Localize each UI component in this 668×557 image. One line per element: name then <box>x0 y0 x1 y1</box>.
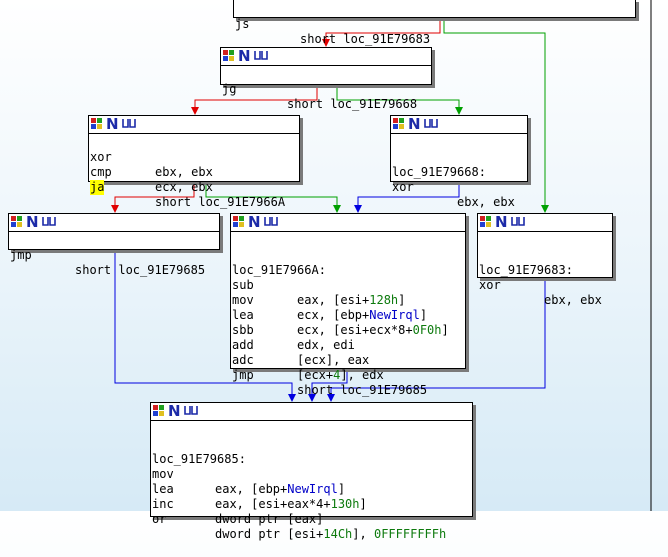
graph-node-icon <box>153 405 165 417</box>
operand: short loc_91E79683 <box>300 32 431 46</box>
mnemonic: js <box>235 17 250 31</box>
xrefs-icon <box>511 217 525 226</box>
node-header: N <box>151 402 472 421</box>
graph-node-icon <box>11 216 23 228</box>
instruction-line[interactable]: lea ecx, [esi+ecx*8+0F0h] <box>231 293 465 337</box>
node-js[interactable]: js short loc_91E79683 <box>233 0 636 46</box>
xrefs-icon <box>264 217 278 226</box>
graph-node-icon <box>393 118 405 130</box>
instruction-line[interactable]: ja short loc_91E7966A <box>89 165 299 209</box>
operand: short loc_91E79668 <box>287 97 418 111</box>
node-xor-cmp-ja[interactable]: N xor ebx, ebx cmp ecx, ebx ja short loc… <box>88 115 300 209</box>
instruction-line[interactable]: lea eax, [esi+eax*4+130h] <box>151 467 472 511</box>
node-header: N <box>478 213 612 232</box>
operand: short loc_91E79685 <box>75 263 206 277</box>
xrefs-icon <box>424 119 438 128</box>
instruction-line[interactable]: adc [ecx+4], edx <box>231 338 465 382</box>
name-icon: N <box>168 402 181 420</box>
mnemonic: jmp <box>232 368 254 382</box>
xrefs-icon <box>254 51 268 60</box>
mnemonic-highlighted: ja <box>90 180 105 195</box>
mnemonic: jg <box>222 82 237 96</box>
name-icon: N <box>495 213 508 231</box>
name-icon: N <box>408 115 421 133</box>
instruction-line[interactable]: inc dword ptr [eax] <box>151 482 472 526</box>
node-jmp[interactable]: N jmp short loc_91E79685 <box>8 213 220 277</box>
instruction-line[interactable]: js short loc_91E79683 <box>234 2 635 46</box>
node-header: N <box>221 47 431 66</box>
node-loc-91e79683[interactable]: N loc_91E79683: xor ebx, ebx <box>477 213 613 307</box>
code-label[interactable]: loc_91E7966A: <box>231 248 465 277</box>
code-label[interactable]: loc_91E79685: <box>151 437 472 466</box>
name-icon: N <box>106 115 119 133</box>
instruction-line[interactable]: sub eax, [esi+128h] <box>231 263 465 307</box>
xrefs-icon <box>42 217 56 226</box>
name-icon: N <box>26 213 39 231</box>
mnemonic: or <box>152 512 167 526</box>
graph-node-icon <box>480 216 492 228</box>
operand: dword ptr [esi+14Ch], 0FFFFFFFFh <box>215 527 447 541</box>
instruction-line[interactable]: sbb edx, edi <box>231 308 465 352</box>
operand: ebx, ebx <box>457 195 515 209</box>
node-loc-91e79685[interactable]: N loc_91E79685: mov eax, [ebp+NewIrql] l… <box>150 402 473 541</box>
instruction-line[interactable]: xor ebx, ebx <box>89 135 299 179</box>
instruction-line[interactable]: jg short loc_91E79668 <box>221 67 431 111</box>
instruction-line[interactable]: xor ebx, ebx <box>391 165 527 209</box>
instruction-line[interactable]: add [ecx], eax <box>231 323 465 367</box>
operand: ebx, ebx <box>544 293 602 307</box>
instruction-line[interactable]: cmp ecx, ebx <box>89 150 299 194</box>
mnemonic: xor <box>479 278 501 292</box>
mnemonic: jmp <box>10 248 32 262</box>
code-label[interactable]: loc_91E79683: <box>478 248 612 277</box>
name-icon: N <box>248 213 261 231</box>
node-header: N <box>9 213 219 232</box>
operand: dword ptr [eax] <box>215 512 324 526</box>
instruction-line[interactable]: mov eax, [ebp+NewIrql] <box>151 452 472 496</box>
operand: short loc_91E79685 <box>297 383 428 397</box>
node-header: N <box>231 213 465 232</box>
operand: short loc_91E7966A <box>155 195 286 209</box>
instruction-line[interactable]: or dword ptr [esi+14Ch], 0FFFFFFFFh <box>151 497 472 541</box>
name-icon: N <box>238 47 251 65</box>
graph-node-icon <box>233 216 245 228</box>
mnemonic: xor <box>392 180 414 194</box>
xrefs-icon <box>184 406 198 415</box>
graph-node-icon <box>223 50 235 62</box>
instruction-line[interactable]: jmp short loc_91E79685 <box>9 233 219 277</box>
operand: ecx, ebx <box>155 180 213 194</box>
instruction-line[interactable]: mov ecx, [ebp+NewIrql] <box>231 278 465 322</box>
node-header: N <box>89 115 299 134</box>
node-jg[interactable]: N jg short loc_91E79668 <box>220 47 432 111</box>
instruction-line[interactable]: xor ebx, ebx <box>478 263 612 307</box>
graph-node-icon <box>91 118 103 130</box>
code-label[interactable]: loc_91E79668: <box>391 150 527 179</box>
node-loc-91e7966a[interactable]: N loc_91E7966A: sub eax, [esi+128h] mov … <box>230 213 466 397</box>
operand: [ecx+4], edx <box>297 368 384 382</box>
instruction-line[interactable]: jmp short loc_91E79685 <box>231 353 465 397</box>
node-loc-91e79668[interactable]: N loc_91E79668: xor ebx, ebx <box>390 115 528 209</box>
node-header: N <box>391 115 527 134</box>
xrefs-icon <box>122 119 136 128</box>
